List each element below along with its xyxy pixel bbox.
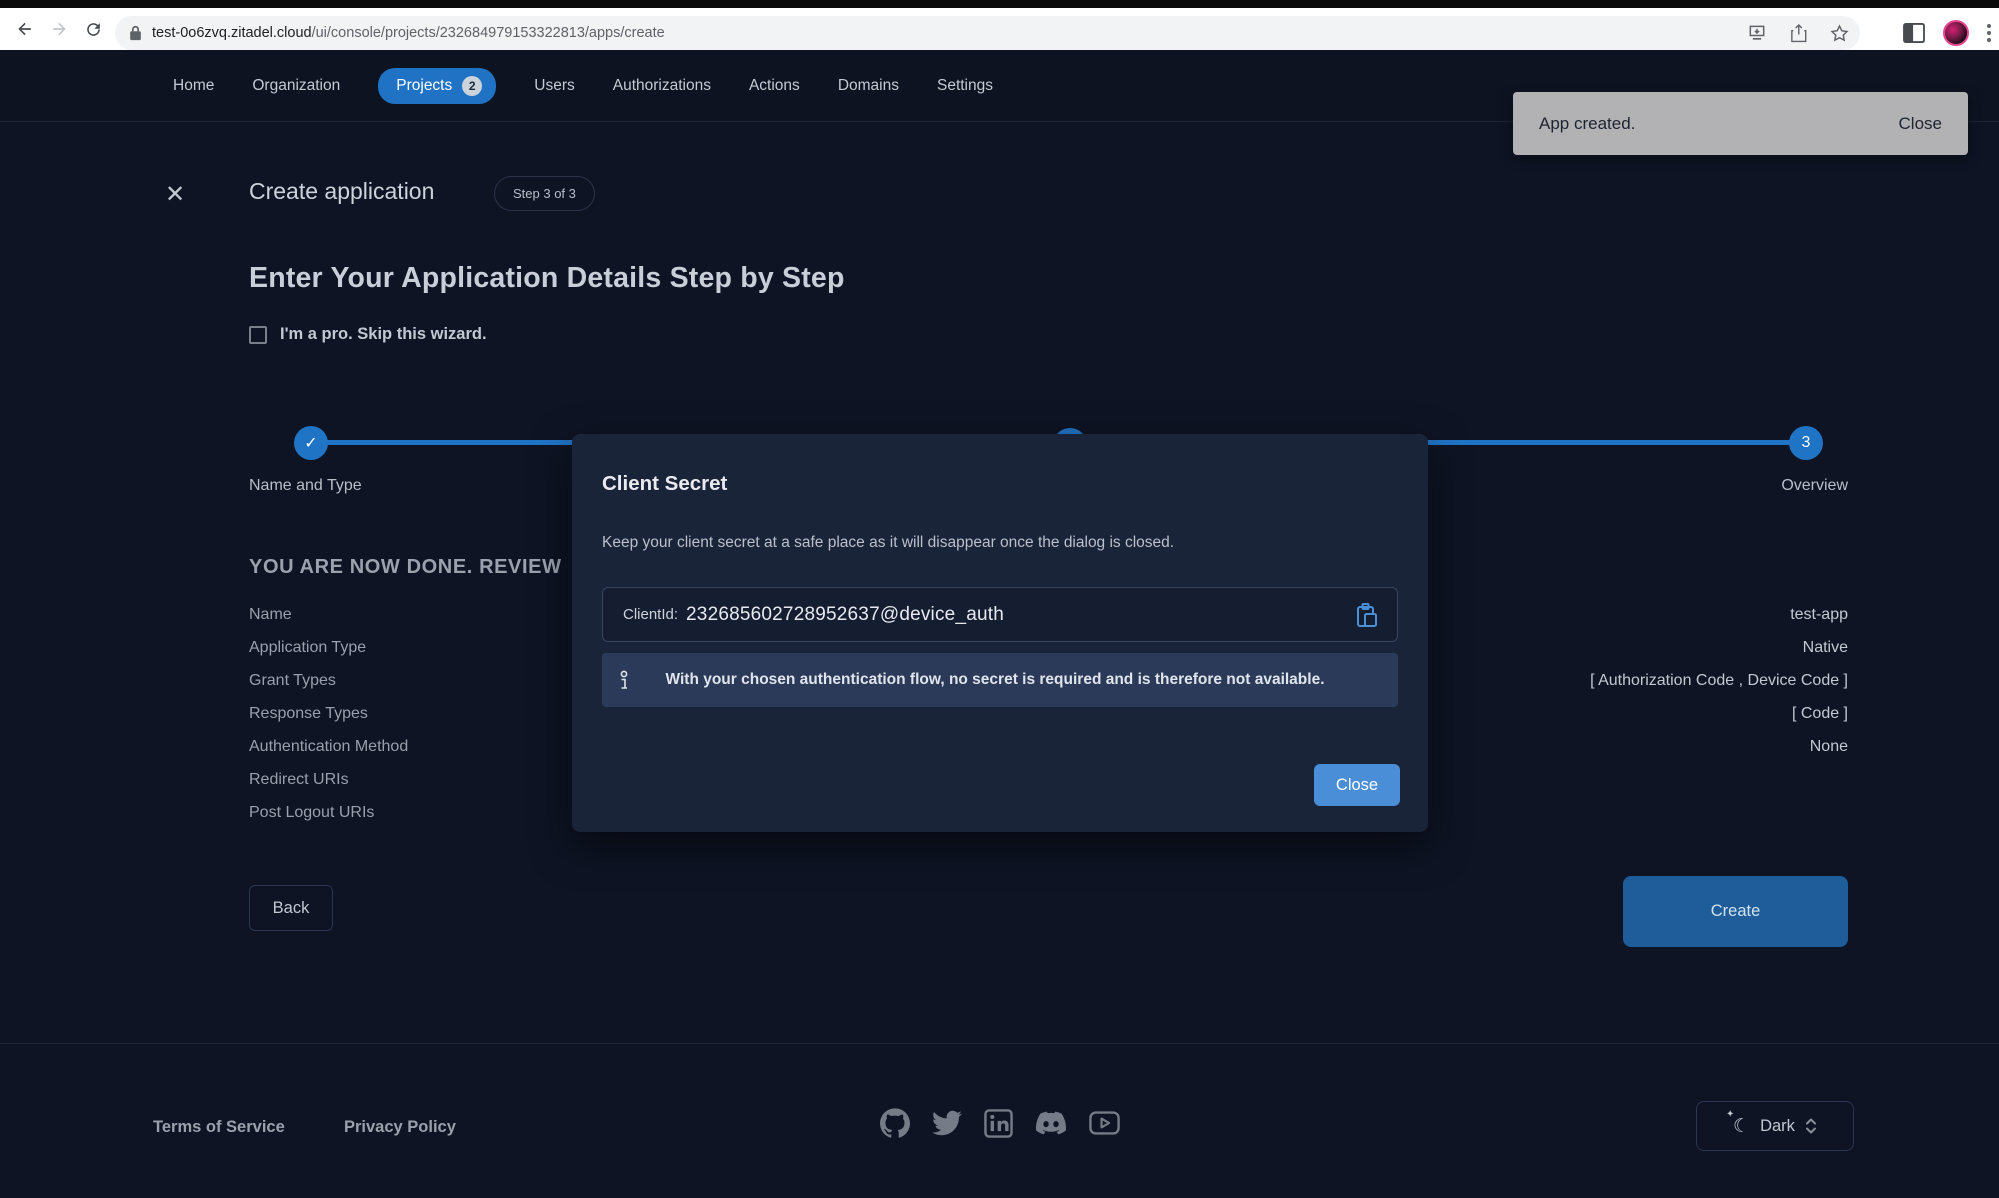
dialog-title: Client Secret (602, 472, 727, 496)
github-icon[interactable] (880, 1108, 910, 1138)
forward-icon[interactable] (42, 12, 76, 46)
privacy-policy-link[interactable]: Privacy Policy (344, 1118, 456, 1137)
wizard-heading: Enter Your Application Details Step by S… (249, 262, 845, 295)
skip-wizard-label: I'm a pro. Skip this wizard. (280, 325, 487, 344)
review-value-app-type: Native (1803, 639, 1848, 657)
toast-close-button[interactable]: Close (1899, 114, 1942, 134)
browser-toolbar: test-0o6zvq.zitadel.cloud/ui/console/pro… (0, 8, 1999, 50)
footer-divider (0, 1043, 1999, 1044)
theme-selector-value: Dark (1760, 1117, 1795, 1136)
client-id-value: 232685602728952637@device_auth (686, 604, 1004, 626)
stepper-step3-current[interactable]: 3 (1789, 426, 1823, 460)
youtube-icon[interactable] (1089, 1109, 1120, 1137)
lock-icon (129, 25, 142, 41)
browser-tab-strip (0, 0, 1999, 8)
nav-item-organization[interactable]: Organization (252, 77, 340, 95)
twitter-icon[interactable] (932, 1108, 962, 1138)
toast-notification: App created. Close (1513, 92, 1968, 155)
nav-item-authorizations[interactable]: Authorizations (613, 77, 711, 95)
url-bar[interactable]: test-0o6zvq.zitadel.cloud/ui/console/pro… (115, 16, 1860, 50)
client-id-field[interactable]: ClientId: 232685602728952637@device_auth (602, 587, 1398, 642)
nav-item-settings[interactable]: Settings (937, 77, 993, 95)
nav-item-home[interactable]: Home (173, 77, 214, 95)
review-label-response-types: Response Types (249, 705, 368, 723)
dialog-close-button[interactable]: Close (1314, 764, 1400, 806)
close-icon[interactable]: ✕ (165, 180, 185, 209)
dialog-description: Keep your client secret at a safe place … (602, 534, 1174, 552)
screen: test-0o6zvq.zitadel.cloud/ui/console/pro… (0, 0, 1999, 1198)
review-label-grant-types: Grant Types (249, 672, 336, 690)
projects-count-badge: 2 (462, 76, 482, 96)
chevron-updown-icon (1805, 1117, 1817, 1135)
review-label-name: Name (249, 606, 292, 624)
theme-selector[interactable]: ✦☾ Dark (1696, 1101, 1854, 1151)
info-banner: With your chosen authentication flow, no… (602, 653, 1398, 707)
info-message: With your chosen authentication flow, no… (632, 671, 1398, 689)
url-text: test-0o6zvq.zitadel.cloud/ui/console/pro… (152, 25, 665, 41)
nav-item-users[interactable]: Users (534, 77, 574, 95)
review-label-auth-method: Authentication Method (249, 738, 408, 756)
client-id-label: ClientId: (623, 606, 678, 623)
profile-avatar[interactable] (1943, 20, 1969, 46)
review-label-app-type: Application Type (249, 639, 366, 657)
linkedin-icon[interactable] (984, 1109, 1013, 1138)
toast-message: App created. (1539, 114, 1635, 134)
stepper-step1-done[interactable]: ✓ (294, 426, 328, 460)
nav-item-projects-label: Projects (396, 77, 452, 95)
skip-wizard-checkbox[interactable] (249, 326, 267, 344)
bookmark-star-icon[interactable] (1829, 23, 1850, 44)
discord-icon[interactable] (1035, 1108, 1067, 1138)
install-icon[interactable] (1747, 23, 1767, 43)
nav-item-projects[interactable]: Projects 2 (378, 68, 496, 104)
info-icon (616, 668, 632, 692)
clipboard-copy-icon[interactable] (1355, 602, 1379, 629)
nav-item-domains[interactable]: Domains (838, 77, 899, 95)
review-value-grant-types: [ Authorization Code , Device Code ] (1590, 672, 1848, 690)
side-panel-icon[interactable] (1903, 23, 1925, 43)
social-links (880, 1108, 1120, 1138)
share-icon[interactable] (1789, 23, 1807, 43)
review-header: YOU ARE NOW DONE. REVIEW (249, 556, 562, 579)
review-label-post-logout-uris: Post Logout URIs (249, 804, 374, 822)
back-button[interactable]: Back (249, 885, 333, 931)
create-button[interactable]: Create (1623, 876, 1848, 947)
menu-kebab-icon[interactable] (1987, 24, 1991, 42)
back-icon[interactable] (8, 12, 42, 46)
moon-icon: ✦☾ (1733, 1115, 1750, 1138)
review-value-name: test-app (1790, 606, 1848, 624)
client-secret-dialog: Client Secret Keep your client secret at… (572, 434, 1428, 832)
terms-of-service-link[interactable]: Terms of Service (153, 1118, 285, 1137)
page-title: Create application (249, 178, 434, 205)
nav-item-actions[interactable]: Actions (749, 77, 800, 95)
stepper-step1-label: Name and Type (249, 477, 362, 495)
stepper-step3-label: Overview (1781, 477, 1848, 495)
review-label-redirect-uris: Redirect URIs (249, 771, 349, 789)
step-badge: Step 3 of 3 (494, 176, 595, 211)
refresh-icon[interactable] (76, 12, 110, 46)
review-value-response-types: [ Code ] (1792, 705, 1848, 723)
review-value-auth-method: None (1810, 738, 1848, 756)
